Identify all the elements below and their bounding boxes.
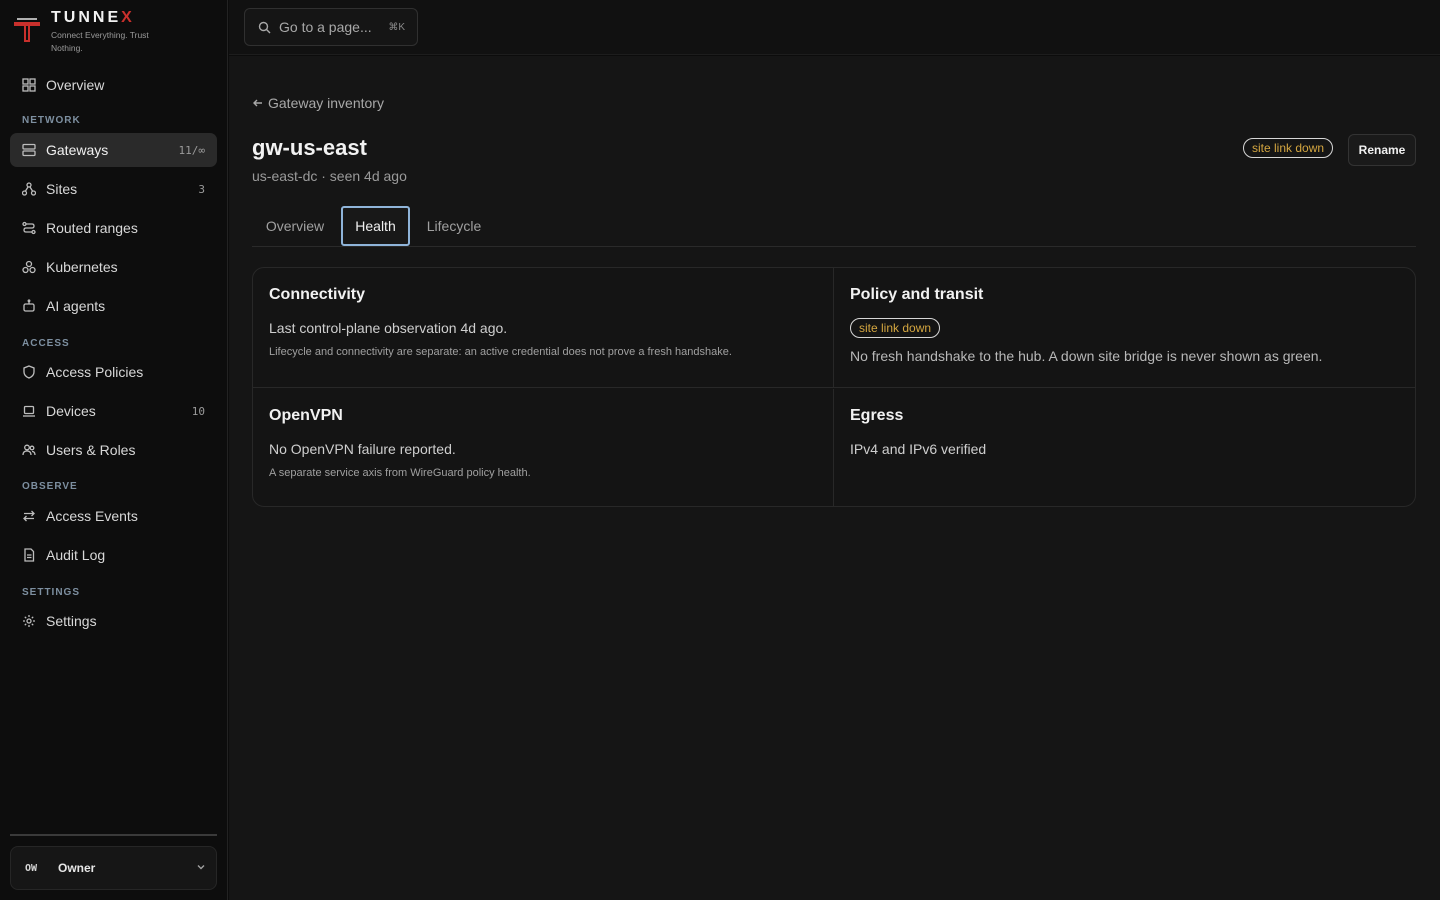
devices-count: 10 bbox=[191, 404, 205, 418]
bot-icon bbox=[22, 299, 36, 313]
back-link[interactable]: Gateway inventory bbox=[252, 95, 384, 111]
egress-card: Egress IPv4 and IPv6 verified bbox=[834, 389, 1415, 506]
arrow-left-icon bbox=[253, 99, 262, 107]
sidebar-item-label: Access Events bbox=[46, 508, 138, 524]
card-note: A separate service axis from WireGuard p… bbox=[269, 467, 531, 479]
file-text-icon bbox=[22, 548, 36, 562]
back-link-label: Gateway inventory bbox=[268, 95, 384, 111]
sidebar-item-audit-log[interactable]: Audit Log bbox=[10, 538, 217, 572]
arrows-swap-icon bbox=[22, 509, 36, 523]
main-content: Gateway inventory gw-us-east us-east-dc … bbox=[229, 56, 1440, 900]
sidebar-item-overview[interactable]: Overview bbox=[10, 68, 217, 102]
card-note: Lifecycle and connectivity are separate:… bbox=[269, 346, 732, 358]
network-nodes-icon bbox=[22, 182, 36, 196]
tab-health[interactable]: Health bbox=[341, 206, 410, 246]
sidebar-item-label: Sites bbox=[46, 181, 78, 197]
gear-icon bbox=[22, 614, 36, 628]
sidebar-item-label: Users & Roles bbox=[46, 442, 136, 458]
card-text: IPv4 and IPv6 verified bbox=[850, 441, 987, 457]
brand[interactable]: TUNNEX Connect Everything. Trust Nothing… bbox=[12, 8, 212, 56]
chevron-down-icon bbox=[197, 865, 205, 870]
server-icon bbox=[22, 143, 36, 157]
gateways-count: 11/∞ bbox=[178, 143, 206, 157]
card-title: Egress bbox=[850, 407, 904, 424]
sidebar-item-kubernetes[interactable]: Kubernetes bbox=[10, 250, 217, 284]
sidebar-item-label: Routed ranges bbox=[46, 220, 138, 236]
sidebar-item-label: Gateways bbox=[46, 142, 109, 158]
search-input[interactable]: Go to a page... ⌘K bbox=[244, 8, 418, 46]
sidebar-item-routed-ranges[interactable]: Routed ranges bbox=[10, 211, 217, 245]
policy-transit-card: Policy and transit site link down No fre… bbox=[834, 268, 1415, 388]
section-label-settings: SETTINGS bbox=[22, 587, 81, 598]
sidebar-item-label: Access Policies bbox=[46, 364, 144, 380]
search-shortcut: ⌘K bbox=[388, 21, 405, 33]
page-subtitle: us-east-dc · seen 4d ago bbox=[252, 168, 407, 184]
sidebar-item-label: Overview bbox=[46, 77, 105, 93]
sidebar-divider bbox=[10, 834, 217, 836]
card-title: Connectivity bbox=[269, 286, 366, 303]
sidebar-item-gateways[interactable]: Gateways 11/∞ bbox=[10, 133, 217, 167]
tab-bar: Overview Health Lifecycle bbox=[252, 206, 1416, 247]
rename-button[interactable]: Rename bbox=[1348, 134, 1416, 166]
sidebar-item-users-roles[interactable]: Users & Roles bbox=[10, 433, 217, 467]
sidebar-item-access-events[interactable]: Access Events bbox=[10, 499, 217, 533]
tab-overview[interactable]: Overview bbox=[252, 206, 338, 246]
sites-count: 3 bbox=[198, 182, 205, 196]
users-icon bbox=[22, 443, 36, 457]
sidebar-item-label: Devices bbox=[46, 403, 96, 419]
section-label-access: ACCESS bbox=[22, 338, 70, 349]
sidebar-item-ai-agents[interactable]: AI agents bbox=[10, 289, 217, 323]
sidebar-item-label: Kubernetes bbox=[46, 259, 118, 275]
shield-icon bbox=[22, 365, 36, 379]
status-badge: site link down bbox=[850, 318, 941, 338]
card-text: No fresh handshake to the hub. A down si… bbox=[850, 348, 1323, 364]
cubes-icon bbox=[22, 260, 36, 274]
sidebar-item-sites[interactable]: Sites 3 bbox=[10, 172, 217, 206]
search-icon bbox=[258, 21, 271, 33]
page-title: gw-us-east bbox=[252, 135, 367, 160]
account-switcher[interactable]: OW Owner bbox=[10, 846, 217, 890]
avatar: OW bbox=[25, 862, 38, 874]
sidebar-item-settings[interactable]: Settings bbox=[10, 604, 217, 638]
owner-name: Owner bbox=[58, 861, 96, 875]
card-text: No OpenVPN failure reported. bbox=[269, 441, 456, 457]
sidebar-item-access-policies[interactable]: Access Policies bbox=[10, 355, 217, 389]
section-label-observe: OBSERVE bbox=[22, 481, 78, 492]
laptop-icon bbox=[22, 404, 36, 418]
openvpn-card: OpenVPN No OpenVPN failure reported. A s… bbox=[253, 389, 834, 506]
route-icon bbox=[22, 221, 36, 235]
search-placeholder: Go to a page... bbox=[279, 19, 372, 35]
grid-icon bbox=[22, 78, 36, 92]
sidebar: TUNNEX Connect Everything. Trust Nothing… bbox=[0, 0, 228, 900]
card-text: Last control-plane observation 4d ago. bbox=[269, 320, 508, 336]
card-title: OpenVPN bbox=[269, 407, 343, 424]
brand-tagline: Connect Everything. Trust Nothing. bbox=[51, 30, 149, 53]
tunnex-logo-icon bbox=[14, 18, 40, 42]
sidebar-item-label: AI agents bbox=[46, 298, 106, 314]
topbar: Go to a page... ⌘K bbox=[229, 0, 1440, 55]
card-title: Policy and transit bbox=[850, 286, 984, 303]
sidebar-item-label: Settings bbox=[46, 613, 97, 629]
connectivity-card: Connectivity Last control-plane observat… bbox=[253, 268, 834, 388]
section-label-network: NETWORK bbox=[22, 115, 81, 126]
tab-lifecycle[interactable]: Lifecycle bbox=[417, 206, 491, 246]
sidebar-item-label: Audit Log bbox=[46, 547, 106, 563]
status-badge: site link down bbox=[1243, 138, 1334, 158]
brand-name: TUNNEX bbox=[51, 9, 135, 26]
health-panel: Connectivity Last control-plane observat… bbox=[252, 267, 1416, 507]
sidebar-item-devices[interactable]: Devices 10 bbox=[10, 394, 217, 428]
